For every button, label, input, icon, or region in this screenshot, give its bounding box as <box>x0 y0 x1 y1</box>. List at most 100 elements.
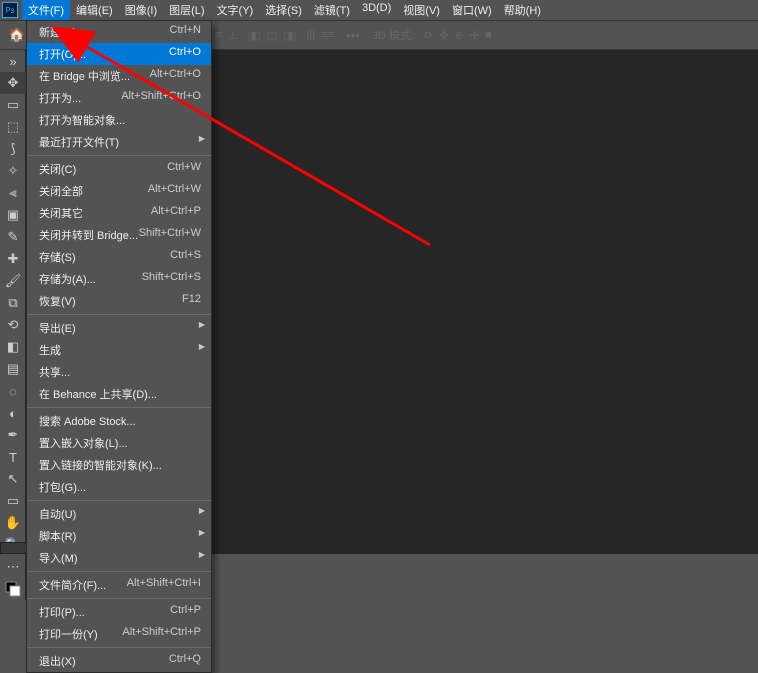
menu-item-shortcut: Shift+Ctrl+W <box>139 227 201 243</box>
rectangle-tool[interactable]: ▭ <box>0 490 26 512</box>
menu-图像[interactable]: 图像(I) <box>119 0 163 20</box>
menu-滤镜[interactable]: 滤镜(T) <box>308 0 356 20</box>
menu-图层[interactable]: 图层(L) <box>163 0 210 20</box>
menu-item-导入m[interactable]: 导入(M) <box>27 547 211 569</box>
menu-separator <box>27 598 211 599</box>
menu-item-label: 关闭其它 <box>39 205 83 221</box>
menu-item-自动u[interactable]: 自动(U) <box>27 503 211 525</box>
menu-item-生成[interactable]: 生成 <box>27 339 211 361</box>
menu-item-shortcut: Alt+Ctrl+W <box>148 183 201 199</box>
quick-select-tool[interactable]: ✧ <box>0 160 26 182</box>
menu-item-label: 打印(P)... <box>39 604 85 620</box>
menu-item-shortcut: Ctrl+P <box>170 604 201 620</box>
menu-文字[interactable]: 文字(Y) <box>211 0 260 20</box>
menu-separator <box>27 407 211 408</box>
menu-item-最近打开文件t[interactable]: 最近打开文件(T) <box>27 131 211 153</box>
menu-item-shortcut: Ctrl+N <box>170 24 201 40</box>
menu-item-恢复v[interactable]: 恢复(V) F12 <box>27 290 211 312</box>
dist-icon[interactable]: ||| <box>307 29 316 41</box>
menu-item-在-bridge-中浏览[interactable]: 在 Bridge 中浏览...Alt+Ctrl+O <box>27 65 211 87</box>
menu-item-打开为智能对象[interactable]: 打开为智能对象... <box>27 109 211 131</box>
menu-item-导出e[interactable]: 导出(E) <box>27 317 211 339</box>
fg-bg-swatch[interactable] <box>0 578 26 600</box>
menu-item-label: 新建(N)... <box>39 24 85 40</box>
menu-separator <box>27 314 211 315</box>
align-bottom-icon[interactable]: ⊥ <box>228 29 238 42</box>
align-middle-icon[interactable]: ≡ <box>216 29 222 42</box>
align-left-icon[interactable]: |◧ <box>248 29 261 42</box>
menu-编辑[interactable]: 编辑(E) <box>70 0 119 20</box>
menu-item-新建n[interactable]: 新建(N)... Ctrl+N <box>27 21 211 43</box>
menu-item-打开o[interactable]: 打开(O)...Ctrl+O <box>27 43 211 65</box>
menu-item-存储为a[interactable]: 存储为(A)...Shift+Ctrl+S <box>27 268 211 290</box>
menu-item-label: 打包(G)... <box>39 479 86 495</box>
menu-item-存储s[interactable]: 存储(S)Ctrl+S <box>27 246 211 268</box>
menu-item-shortcut: Alt+Shift+Ctrl+P <box>122 626 201 642</box>
artboard-tool[interactable]: ▭ <box>0 94 26 116</box>
menu-item-label: 存储为(A)... <box>39 271 96 287</box>
menu-item-关闭全部[interactable]: 关闭全部 Alt+Ctrl+W <box>27 180 211 202</box>
menu-item-搜索-adobe-stock[interactable]: 搜索 Adobe Stock... <box>27 410 211 432</box>
eyedropper-tool[interactable]: ✎ <box>0 226 26 248</box>
marquee-tool[interactable]: ⬚ <box>0 116 26 138</box>
dodge-tool[interactable]: ◐ <box>0 402 26 424</box>
home-icon[interactable]: 🏠 <box>8 26 26 44</box>
menu-item-关闭其它[interactable]: 关闭其它 Alt+Ctrl+P <box>27 202 211 224</box>
zoom-3d-icon[interactable]: ⊕ <box>455 29 464 42</box>
menu-item-打开为[interactable]: 打开为...Alt+Shift+Ctrl+O <box>27 87 211 109</box>
menu-item-打包g[interactable]: 打包(G)... <box>27 476 211 498</box>
mode-3d-icons: ⟳ ✥ ⊕ ✢ ■ <box>424 29 492 42</box>
menu-item-置入嵌入对象l[interactable]: 置入嵌入对象(L)... <box>27 432 211 454</box>
camera-icon[interactable]: ■ <box>485 29 492 42</box>
menu-item-关闭c[interactable]: 关闭(C)Ctrl+W <box>27 158 211 180</box>
frame-tool[interactable]: ▣ <box>0 204 26 226</box>
move-tool[interactable]: ✥ <box>0 72 26 94</box>
menu-item-shortcut: Alt+Ctrl+P <box>151 205 201 221</box>
menu-item-文件简介f[interactable]: 文件简介(F)...Alt+Shift+Ctrl+I <box>27 574 211 596</box>
clone-tool[interactable]: ⧉ <box>0 292 26 314</box>
menu-item-label: 自动(U) <box>39 506 76 522</box>
pen-tool[interactable]: ✒ <box>0 424 26 446</box>
menu-item-label: 关闭(C) <box>39 161 76 177</box>
menu-item-关闭并转到-bridge[interactable]: 关闭并转到 Bridge...Shift+Ctrl+W <box>27 224 211 246</box>
menu-item-label: 在 Bridge 中浏览... <box>39 68 130 84</box>
menu-窗口[interactable]: 窗口(W) <box>446 0 498 20</box>
menu-item-shortcut: F12 <box>182 293 201 309</box>
menu-item-共享[interactable]: 共享... <box>27 361 211 383</box>
menu-item-label: 关闭全部 <box>39 183 83 199</box>
menu-item-label: 文件简介(F)... <box>39 577 106 593</box>
crop-tool[interactable]: ⫷ <box>0 182 26 204</box>
brush-tool[interactable]: 🖌 <box>0 270 26 292</box>
more-tools-icon[interactable]: ⋯ <box>0 556 26 578</box>
path-select-tool[interactable]: ↖ <box>0 468 26 490</box>
menu-item-置入链接的智能对象k[interactable]: 置入链接的智能对象(K)... <box>27 454 211 476</box>
light-icon[interactable]: ✢ <box>470 29 479 42</box>
pan-icon[interactable]: ✥ <box>439 29 448 42</box>
blur-tool[interactable]: ◌ <box>0 380 26 402</box>
orbit-icon[interactable]: ⟳ <box>424 29 433 42</box>
align-right-icon[interactable]: ◨| <box>283 29 296 42</box>
menu-选择[interactable]: 选择(S) <box>259 0 308 20</box>
lasso-tool[interactable]: ⟆ <box>0 138 26 160</box>
expand-icon[interactable]: » <box>0 50 26 72</box>
healing-tool[interactable]: ✚ <box>0 248 26 270</box>
menu-3d[interactable]: 3D(D) <box>356 0 397 20</box>
menu-item-打印p[interactable]: 打印(P)... Ctrl+P <box>27 601 211 623</box>
menu-帮助[interactable]: 帮助(H) <box>498 0 547 20</box>
hand-tool[interactable]: ✋ <box>0 512 26 534</box>
type-tool[interactable]: T <box>0 446 26 468</box>
menu-item-label: 恢复(V) <box>39 293 76 309</box>
menu-视图[interactable]: 视图(V) <box>397 0 446 20</box>
menu-item-在-behance-上共享d[interactable]: 在 Behance 上共享(D)... <box>27 383 211 405</box>
history-tool[interactable]: ⟲ <box>0 314 26 336</box>
menu-item-脚本r[interactable]: 脚本(R) <box>27 525 211 547</box>
gradient-tool[interactable]: ▤ <box>0 358 26 380</box>
menu-item-打印一份y[interactable]: 打印一份(Y)Alt+Shift+Ctrl+P <box>27 623 211 645</box>
menu-文件[interactable]: 文件(F) <box>22 0 70 20</box>
menu-item-label: 脚本(R) <box>39 528 76 544</box>
align-center-icon[interactable]: ◫ <box>267 29 277 42</box>
more-icon[interactable]: ••• <box>344 26 362 44</box>
dist-icon[interactable]: ≡≡ <box>321 29 334 41</box>
eraser-tool[interactable]: ◧ <box>0 336 26 358</box>
menu-item-退出x[interactable]: 退出(X)Ctrl+Q <box>27 650 211 672</box>
